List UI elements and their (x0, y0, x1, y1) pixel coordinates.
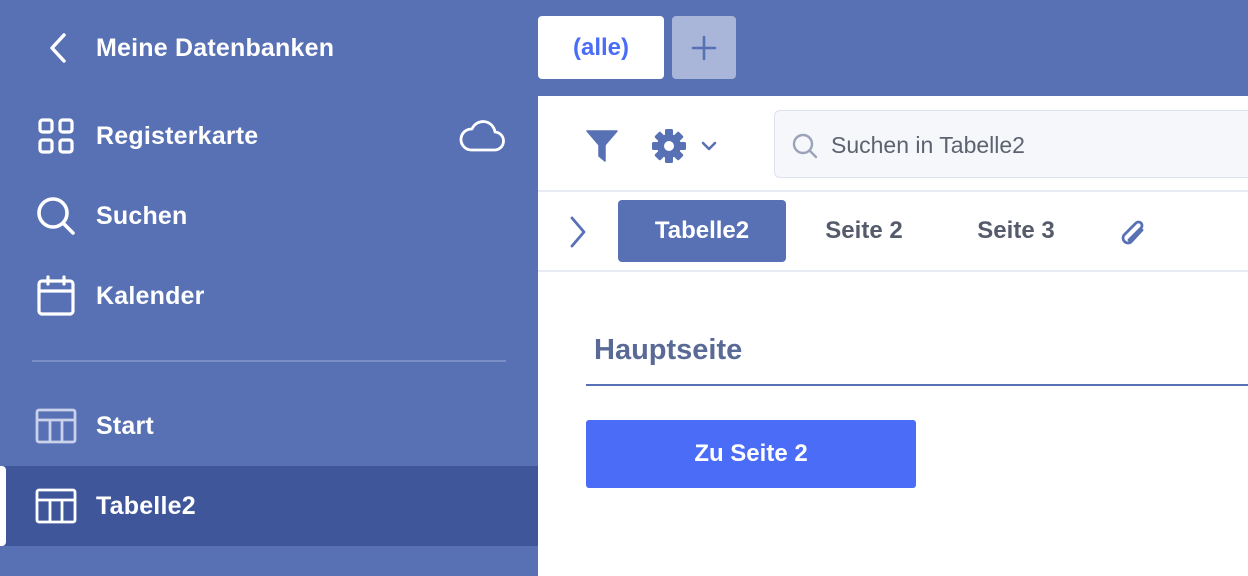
paperclip-icon[interactable] (1118, 216, 1150, 252)
sidebar-table-start[interactable]: Start (0, 386, 538, 466)
cloud-icon[interactable] (458, 116, 506, 156)
search-icon (792, 133, 818, 159)
sidebar-item-suchen[interactable]: Suchen (0, 176, 538, 256)
sidebar-item-label: Kalender (96, 281, 205, 310)
sidebar: Meine Datenbanken Registerkarte Suchen K… (0, 0, 538, 576)
tab-tabelle2[interactable]: Tabelle2 (618, 200, 786, 262)
sidebar-item-label: Suchen (96, 201, 188, 230)
search-box (774, 110, 1248, 178)
main-content: Hauptseite Zu Seite 2 (538, 272, 1248, 576)
page-heading: Hauptseite (594, 334, 743, 366)
active-indicator (0, 466, 6, 546)
sidebar-table-tabelle2[interactable]: Tabelle2 (0, 466, 538, 546)
table-icon (34, 484, 78, 528)
toolbar (538, 96, 1248, 192)
gear-icon (652, 129, 686, 163)
search-input[interactable] (831, 123, 1231, 167)
chevron-right-icon[interactable] (564, 214, 592, 250)
filter-button[interactable] (582, 126, 622, 166)
tab-seite-3[interactable]: Seite 3 (958, 200, 1074, 262)
sidebar-table-label: Start (96, 411, 154, 440)
grid-icon (34, 114, 78, 158)
plus-icon (691, 35, 717, 60)
sidebar-divider (32, 360, 506, 362)
filter-icon (586, 130, 618, 162)
sidebar-item-kalender[interactable]: Kalender (0, 256, 538, 336)
calendar-icon (34, 274, 78, 318)
top-tab-bar: (alle) (538, 0, 1248, 96)
settings-button[interactable] (650, 126, 730, 166)
go-to-page-2-button[interactable]: Zu Seite 2 (586, 420, 916, 488)
sidebar-table-label: Tabelle2 (96, 491, 196, 520)
sidebar-item-label: Registerkarte (96, 121, 259, 150)
table-icon (34, 404, 78, 448)
search-icon (34, 194, 78, 238)
heading-underline (586, 384, 1248, 386)
page-tabs: Tabelle2 Seite 2 Seite 3 (538, 192, 1248, 272)
chevron-down-icon (701, 141, 717, 151)
tab-seite-2[interactable]: Seite 2 (806, 200, 922, 262)
back-label: Meine Datenbanken (96, 33, 335, 62)
chevron-left-icon (36, 26, 80, 70)
back-to-databases[interactable]: Meine Datenbanken (0, 8, 538, 88)
tab-alle[interactable]: (alle) (538, 16, 664, 79)
add-tab-button[interactable] (672, 16, 736, 79)
